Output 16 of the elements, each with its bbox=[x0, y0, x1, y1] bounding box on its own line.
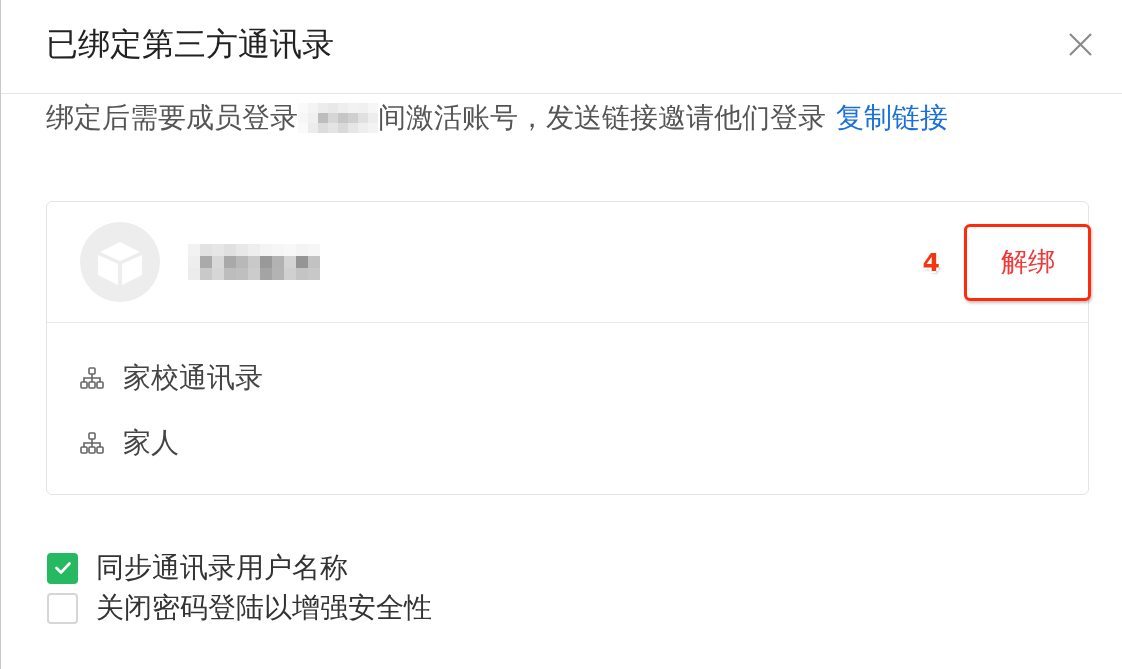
check-icon bbox=[54, 562, 71, 574]
step-number: 4 bbox=[922, 247, 940, 277]
org-chart-icon bbox=[80, 366, 104, 389]
notice-text: 间激活账号，发送链接邀请他们登录 bbox=[378, 100, 826, 136]
checkbox[interactable] bbox=[47, 552, 78, 584]
copy-link[interactable]: 复制链接 bbox=[836, 99, 948, 137]
unbind-button[interactable]: 解绑 bbox=[964, 223, 1091, 301]
option-label: 同步通讯录用户名称 bbox=[96, 550, 348, 585]
group-label: 家人 bbox=[123, 424, 179, 460]
checkbox[interactable] bbox=[47, 592, 78, 624]
option-label: 关闭密码登陆以增强安全性 bbox=[96, 590, 432, 625]
close-icon[interactable] bbox=[1069, 33, 1092, 56]
org-chart-icon bbox=[80, 431, 104, 454]
dialog-title: 已绑定第三方通讯录 bbox=[46, 24, 334, 64]
notice-text: 绑定后需要成员登录 bbox=[46, 100, 298, 136]
group-label: 家校通讯录 bbox=[123, 359, 263, 395]
